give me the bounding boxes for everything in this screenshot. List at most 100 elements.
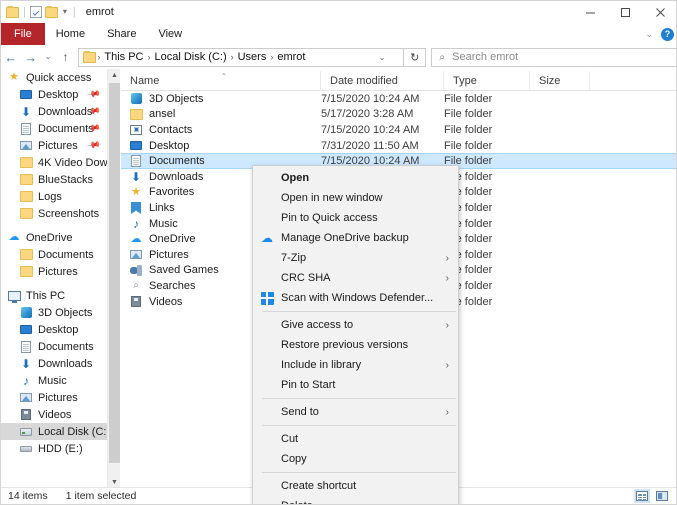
folder-icon: [19, 173, 33, 187]
maximize-button[interactable]: [608, 1, 643, 23]
context-menu-item-pin-to-quick-access[interactable]: Pin to Quick access: [253, 208, 458, 228]
column-headers: Name ⌃ Date modified Type Size: [121, 71, 676, 91]
qat-properties-icon[interactable]: [29, 6, 42, 18]
scrollbar-thumb[interactable]: [109, 83, 120, 463]
sidebar-item-logs[interactable]: Logs: [1, 188, 107, 205]
context-menu-item-restore-previous-versions[interactable]: Restore previous versions: [253, 335, 458, 355]
refresh-button[interactable]: ↻: [404, 47, 427, 67]
qat-folder-icon[interactable]: [6, 5, 19, 18]
breadcrumb-item-local-disk[interactable]: Local Disk (C:): [151, 51, 229, 63]
sidebar-item-onedrive[interactable]: ☁ OneDrive: [1, 229, 107, 246]
sidebar-item-pc-downloads[interactable]: ⬇ Downloads: [1, 355, 107, 372]
file-name: OneDrive: [149, 233, 196, 246]
file-name-cell: Desktop: [121, 139, 321, 153]
navigation-pane-scrollbar[interactable]: ▲ ▼: [107, 69, 120, 489]
sidebar-item-onedrive-documents[interactable]: Documents: [1, 246, 107, 263]
context-menu-item-manage-onedrive-backup[interactable]: ☁ Manage OneDrive backup: [253, 228, 458, 248]
context-menu-item-delete[interactable]: Delete: [253, 496, 458, 504]
tab-view[interactable]: View: [147, 23, 193, 45]
forward-button[interactable]: →: [21, 46, 41, 68]
tab-home[interactable]: Home: [45, 23, 96, 45]
context-menu-item-scan-with-windows-defender[interactable]: Scan with Windows Defender...: [253, 288, 458, 308]
context-menu-item-include-in-library[interactable]: Include in library ›: [253, 355, 458, 375]
sidebar-item-pc-documents[interactable]: Documents: [1, 338, 107, 355]
sidebar-item-downloads[interactable]: ⬇ Downloads 📌: [1, 103, 107, 120]
context-menu-item-crc-sha[interactable]: CRC SHA ›: [253, 268, 458, 288]
context-menu-item-send-to[interactable]: Send to ›: [253, 402, 458, 422]
back-button[interactable]: ←: [1, 46, 21, 68]
document-icon: [19, 122, 33, 136]
context-menu-item-open-in-new-window[interactable]: Open in new window: [253, 188, 458, 208]
ribbon-expand-chevron-down-icon[interactable]: ⌄: [645, 29, 653, 39]
links-icon: [129, 201, 143, 215]
breadcrumb-folder-icon: [83, 50, 97, 63]
sidebar-item-pc-pictures[interactable]: Pictures: [1, 389, 107, 406]
breadcrumb-item-emrot[interactable]: emrot: [274, 51, 308, 63]
context-menu-label: Restore previous versions: [281, 339, 409, 351]
scroll-up-chevron-up-icon[interactable]: ▲: [108, 69, 121, 82]
sidebar-item-screenshots[interactable]: Screenshots: [1, 205, 107, 222]
sidebar-item-bluestacks[interactable]: BlueStacks: [1, 171, 107, 188]
recent-locations-chevron-down-icon[interactable]: ⌄: [41, 46, 56, 68]
close-button[interactable]: [643, 1, 676, 23]
table-row[interactable]: ▣ Contacts 7/15/2020 10:24 AM File folde…: [121, 122, 676, 138]
context-menu-item-7-zip[interactable]: 7-Zip ›: [253, 248, 458, 268]
details-view-icon[interactable]: [634, 489, 650, 503]
qat-customize-chevron-down-icon[interactable]: ▾: [61, 8, 69, 16]
context-menu-item-open[interactable]: Open: [253, 168, 458, 188]
sidebar-item-pc-desktop[interactable]: Desktop: [1, 321, 107, 338]
tab-share[interactable]: Share: [96, 23, 147, 45]
star-icon: ★: [131, 185, 141, 198]
breadcrumb-item-users[interactable]: Users: [235, 51, 270, 63]
sidebar-item-pictures[interactable]: Pictures 📌: [1, 137, 107, 154]
context-menu-item-create-shortcut[interactable]: Create shortcut: [253, 476, 458, 496]
sort-ascending-icon: ⌃: [220, 72, 228, 81]
sidebar-item-this-pc[interactable]: This PC: [1, 287, 107, 304]
context-menu-item-give-access-to[interactable]: Give access to ›: [253, 315, 458, 335]
table-row[interactable]: ansel 5/17/2020 3:28 AM File folder: [121, 107, 676, 123]
sidebar-item-pc-videos[interactable]: Videos: [1, 406, 107, 423]
search-icon: ⌕: [439, 51, 445, 63]
sidebar-item-desktop[interactable]: Desktop 📌: [1, 86, 107, 103]
sidebar-item-4k-video-downloader[interactable]: 4K Video Downloa: [1, 154, 107, 171]
sidebar-item-documents[interactable]: Documents 📌: [1, 120, 107, 137]
search-input[interactable]: Search emrot: [452, 51, 518, 63]
sidebar-item-3d-objects[interactable]: 3D Objects: [1, 304, 107, 321]
context-menu-item-copy[interactable]: Copy: [253, 449, 458, 469]
help-icon[interactable]: ?: [661, 27, 674, 41]
table-row[interactable]: 3D Objects 7/15/2020 10:24 AM File folde…: [121, 91, 676, 107]
breadcrumb-item-this-pc[interactable]: This PC: [101, 51, 146, 63]
context-menu-label: Create shortcut: [281, 480, 357, 492]
qat-new-folder-icon[interactable]: [44, 5, 58, 18]
up-button[interactable]: ↑: [56, 46, 76, 68]
table-row[interactable]: Desktop 7/31/2020 11:50 AM File folder: [121, 138, 676, 154]
tab-file[interactable]: File: [1, 23, 45, 45]
sidebar-item-local-disk-c[interactable]: Local Disk (C:): [1, 423, 107, 440]
large-icons-view-icon[interactable]: [654, 489, 670, 503]
context-menu-label: Copy: [281, 453, 307, 465]
sidebar-item-quick-access[interactable]: ★ Quick access: [1, 69, 107, 86]
address-bar: ← → ⌄ ↑ › This PC › Local Disk (C:) › Us…: [1, 45, 676, 69]
sidebar-item-pc-music[interactable]: ♪ Music: [1, 372, 107, 389]
column-header-type[interactable]: Type: [444, 71, 530, 90]
search-box[interactable]: ⌕ Search emrot: [431, 47, 676, 67]
column-header-size[interactable]: Size: [530, 71, 590, 90]
minimize-button[interactable]: [573, 1, 608, 23]
column-header-blank[interactable]: [590, 71, 676, 90]
window-title: emrot: [85, 6, 114, 18]
address-dropdown-chevron-down-icon[interactable]: ⌄: [379, 53, 386, 62]
context-menu-label: Open in new window: [281, 192, 383, 204]
breadcrumb[interactable]: › This PC › Local Disk (C:) › Users › em…: [78, 47, 405, 67]
file-type: File folder: [444, 108, 493, 121]
drive-icon: [19, 425, 33, 439]
sidebar-item-hdd-e[interactable]: HDD (E:): [1, 440, 107, 457]
column-header-date-modified[interactable]: Date modified: [321, 71, 444, 90]
column-header-name[interactable]: Name ⌃: [121, 71, 321, 90]
ribbon-right-controls: ⌄ ?: [645, 23, 674, 45]
context-menu-label: Pin to Quick access: [281, 212, 378, 224]
context-menu-item-pin-to-start[interactable]: Pin to Start: [253, 375, 458, 395]
context-menu-item-cut[interactable]: Cut: [253, 429, 458, 449]
sidebar-item-onedrive-pictures[interactable]: Pictures: [1, 263, 107, 280]
context-menu-separator-1: [262, 311, 456, 312]
submenu-chevron-right-icon: ›: [445, 272, 449, 284]
